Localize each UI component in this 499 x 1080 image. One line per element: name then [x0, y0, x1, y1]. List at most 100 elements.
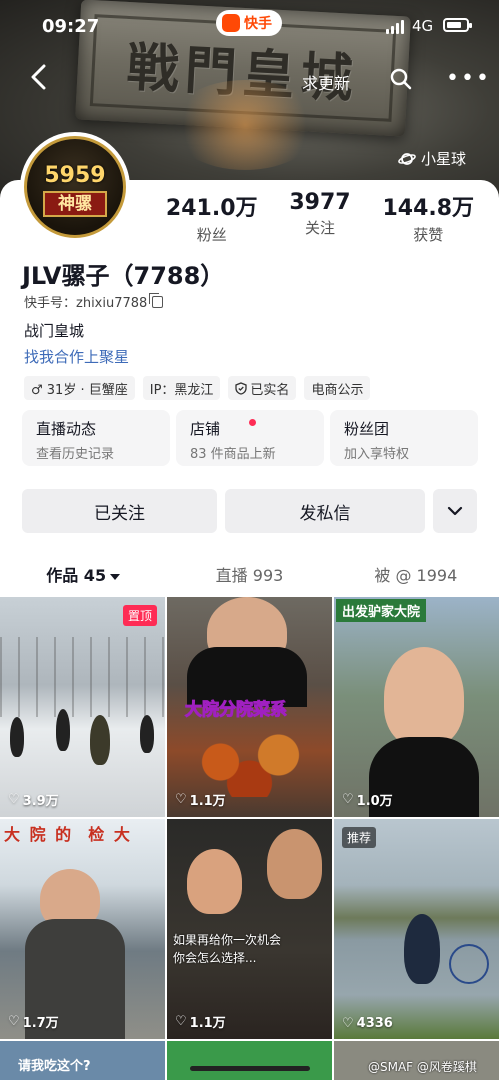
person-figure [56, 709, 70, 751]
video-tile[interactable]: 置顶 ♡ 3.9万 [0, 597, 165, 817]
stat-number: 241.0万 [165, 196, 258, 221]
like-count-text: 4336 [356, 1016, 393, 1031]
expand-button[interactable] [433, 489, 477, 533]
fan-club-card[interactable]: 粉丝团 加入享特权 [330, 410, 478, 466]
stat-number: 144.8万 [382, 196, 475, 221]
tab-live[interactable]: 直播 993 [166, 548, 332, 596]
like-count-text: 1.0万 [356, 794, 393, 809]
app-indicator: 快手 [216, 10, 282, 36]
like-count: ♡ 1.1万 [175, 790, 226, 809]
status-time: 09:27 [42, 16, 100, 37]
heart-icon: ♡ [175, 792, 187, 807]
content-tabs: 作品 45 直播 993 被 @ 1994 [0, 548, 499, 596]
stat-following[interactable]: 3977 关注 [289, 190, 350, 245]
video-grid: 置顶 ♡ 3.9万 大院分院菜系 ♡ 1.1万 出发驴家大院 ♡ 1.0万 大 院 的… [0, 597, 499, 1039]
like-count: ♡ 3.9万 [8, 790, 59, 809]
tag-row: ♂ 31岁 · 巨蟹座 IP：黑龙江 已实名 电商公示 [24, 376, 371, 400]
planet-link[interactable]: 小星球 [398, 148, 466, 169]
card-title: 直播动态 [36, 420, 97, 438]
card-title: 粉丝团 [344, 420, 390, 438]
heart-icon: ♡ [175, 1014, 187, 1029]
tag-age: ♂ 31岁 · 巨蟹座 [24, 376, 135, 400]
home-indicator [190, 1066, 310, 1071]
tab-label: 直播 993 [215, 566, 284, 585]
tab-mentions[interactable]: 被 @ 1994 [333, 548, 499, 596]
request-update-button[interactable]: 求更新 [302, 70, 350, 94]
shop-card[interactable]: 店铺 83 件商品上新 [176, 410, 324, 466]
video-caption: 大 院 的 检 大 [4, 825, 132, 844]
pinned-badge: 置顶 [122, 605, 157, 626]
followed-button[interactable]: 已关注 [22, 489, 217, 533]
tab-works[interactable]: 作品 45 [0, 548, 166, 596]
stat-likes[interactable]: 144.8万 获赞 [382, 190, 474, 245]
like-count-text: 1.1万 [189, 794, 226, 809]
video-caption: 请我吃这个? [18, 1059, 91, 1074]
stat-label: 关注 [304, 219, 335, 237]
video-tile[interactable]: 如果再给你一次机会 你会怎么选择... ♡ 1.1万 [167, 819, 332, 1039]
tag-verified[interactable]: 已实名 [228, 376, 297, 400]
like-count-text: 3.9万 [22, 794, 59, 809]
live-history-card[interactable]: 直播动态 查看历史记录 [22, 410, 170, 466]
card-subtitle: 加入享特权 [344, 447, 410, 462]
avatar-number: 5959 [44, 163, 106, 188]
more-icon[interactable]: ••• [446, 68, 491, 90]
recommend-badge: 推荐 [342, 827, 377, 848]
video-caption: 出发驴家大院 [336, 599, 427, 622]
video-caption: 大院分院菜系 [185, 700, 288, 721]
user-bio: 战门皇城 [24, 322, 85, 340]
card-subtitle: 83 件商品上新 [190, 447, 276, 462]
kuaishou-logo-icon [222, 14, 240, 32]
person-face [384, 647, 464, 747]
heart-icon: ♡ [8, 792, 20, 807]
status-bar: 09:27 快手 4G [0, 0, 499, 50]
caret-down-icon [110, 573, 121, 580]
copy-icon[interactable] [149, 292, 164, 308]
new-dot [249, 419, 256, 426]
like-count: ♡ 1.0万 [342, 790, 393, 809]
heart-icon: ♡ [8, 1014, 20, 1029]
person-figure [90, 715, 110, 765]
heart-icon: ♡ [342, 792, 354, 807]
tab-label: 被 @ 1994 [374, 566, 458, 585]
video-tile[interactable]: 请我吃这个? [0, 1041, 165, 1080]
like-count: ♡ 1.7万 [8, 1012, 59, 1031]
watermark: @SMAF @风卷蹊棋 [368, 1060, 477, 1074]
stats-row: 241.0万 粉丝 3977 关注 144.8万 获赞 [150, 190, 490, 245]
shield-icon [235, 381, 248, 395]
like-count-text: 1.7万 [22, 1016, 59, 1031]
network-label: 4G [412, 17, 434, 35]
banner-glow [170, 80, 320, 170]
food-dishes [177, 727, 322, 797]
tab-label: 作品 45 [46, 566, 107, 585]
chevron-down-icon [447, 506, 463, 516]
person-figure [140, 715, 154, 753]
card-subtitle: 查看历史记录 [36, 447, 115, 462]
avatar[interactable]: 5959 神骡 [20, 132, 130, 242]
tag-verified-label: 已实名 [250, 382, 290, 398]
signal-icon [386, 20, 404, 34]
message-button[interactable]: 发私信 [225, 489, 425, 533]
person-face [187, 849, 242, 914]
tag-ip: IP：黑龙江 [142, 376, 221, 400]
cooperation-link[interactable]: 找我合作上聚星 [24, 346, 129, 367]
video-tile[interactable] [167, 1041, 332, 1080]
video-tile[interactable]: 大院分院菜系 ♡ 1.1万 [167, 597, 332, 817]
feature-cards: 直播动态 查看历史记录 店铺 83 件商品上新 粉丝团 加入享特权 [22, 410, 478, 466]
video-tile[interactable]: 大 院 的 检 大 ♡ 1.7万 [0, 819, 165, 1039]
tag-ecommerce[interactable]: 电商公示 [304, 376, 371, 400]
action-row: 已关注 发私信 [22, 489, 477, 533]
video-tile[interactable]: 出发驴家大院 ♡ 1.0万 [334, 597, 499, 817]
tree-lines [0, 637, 165, 717]
battery-icon [443, 18, 472, 32]
app-name: 快手 [244, 16, 272, 32]
back-icon[interactable] [28, 64, 54, 94]
fishing-net [449, 944, 489, 984]
search-icon[interactable] [390, 68, 412, 90]
stat-number: 3977 [289, 190, 351, 215]
video-tile[interactable]: 推荐 ♡ 4336 [334, 819, 499, 1039]
like-count: ♡ 1.1万 [175, 1012, 226, 1031]
stat-label: 获赞 [413, 226, 444, 244]
like-count: ♡ 4336 [342, 1016, 393, 1031]
avatar-name: 神骡 [43, 191, 107, 217]
stat-fans[interactable]: 241.0万 粉丝 [166, 190, 258, 245]
